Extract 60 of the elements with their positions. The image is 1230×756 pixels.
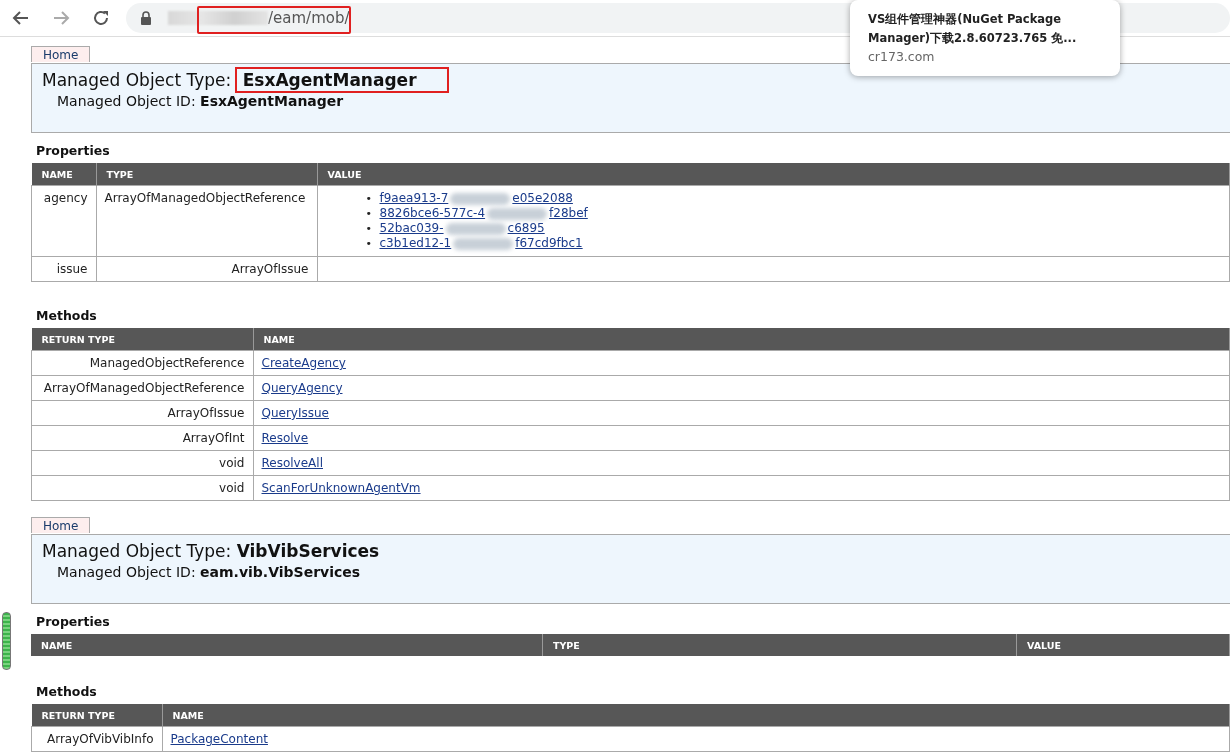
reference-link[interactable]: f28bef	[549, 206, 588, 221]
column-header: VALUE	[317, 163, 1230, 186]
column-header: RETURN TYPE	[31, 704, 162, 727]
table-cell: ArrayOfIssue	[96, 256, 317, 282]
table-cell: agency	[31, 185, 96, 257]
method-link[interactable]: PackageContent	[170, 732, 268, 746]
reference-link[interactable]: f67cd9fbc1	[515, 236, 583, 251]
lock-icon	[140, 11, 152, 25]
table-cell: void	[31, 475, 253, 501]
table-cell: ArrayOfInt	[31, 425, 253, 451]
blur-mark	[487, 207, 548, 220]
table-cell: ManagedObjectReference	[31, 350, 253, 376]
section-title: Properties	[36, 614, 111, 629]
reload-icon[interactable]	[92, 9, 110, 27]
blur-mark	[450, 192, 511, 205]
method-link[interactable]: CreateAgency	[261, 356, 346, 370]
object-type-title: Managed Object Type: VibVibServices	[42, 541, 380, 561]
popup-domain: cr173.com	[868, 48, 936, 66]
column-header: NAME	[162, 704, 1230, 727]
column-header: VALUE	[1016, 634, 1230, 656]
method-link[interactable]: ScanForUnknownAgentVm	[261, 481, 421, 495]
table-cell: issue	[31, 256, 96, 282]
reference-link[interactable]: c6895	[507, 221, 545, 236]
section-title: Methods	[36, 684, 98, 699]
object-type-title: Managed Object Type: EsxAgentManager	[42, 70, 447, 90]
blur-mark	[445, 222, 506, 235]
reference-link[interactable]: 8826bce6-577c-4	[379, 206, 486, 221]
table-cell: ArrayOfVibVibInfo	[31, 726, 162, 752]
method-link[interactable]: Resolve	[261, 431, 309, 445]
blur-mark	[453, 237, 514, 250]
column-header: NAME	[253, 328, 1230, 351]
reference-link[interactable]: 52bac039-	[379, 221, 444, 236]
column-header: RETURN TYPE	[31, 328, 253, 351]
method-link[interactable]: ResolveAll	[261, 456, 323, 470]
table-cell: void	[31, 450, 253, 476]
bullet: •	[365, 191, 373, 206]
section-title: Methods	[36, 308, 98, 323]
reference-link[interactable]: c3b1ed12-1	[379, 236, 452, 251]
bullet: •	[365, 221, 373, 236]
method-link[interactable]: QueryAgency	[261, 381, 343, 395]
scroll-indicator	[2, 612, 11, 670]
bullet: •	[365, 206, 373, 221]
reference-link[interactable]: f9aea913-7	[379, 191, 449, 206]
table-cell: ArrayOfManagedObjectReference	[96, 185, 317, 257]
object-id-label: Managed Object ID: eam.vib.VibServices	[57, 564, 361, 580]
column-header: NAME	[31, 634, 543, 656]
bullet: •	[365, 236, 373, 251]
home-tab[interactable]: Home	[31, 46, 91, 62]
home-tab[interactable]: Home	[31, 517, 91, 533]
table-cell: ArrayOfManagedObjectReference	[31, 375, 253, 401]
column-header: NAME	[31, 163, 96, 186]
object-id-label: Managed Object ID: EsxAgentManager	[57, 93, 344, 109]
column-header: TYPE	[542, 634, 1017, 656]
back-icon[interactable]	[12, 9, 30, 27]
column-header: TYPE	[96, 163, 317, 186]
method-link[interactable]: QueryIssue	[261, 406, 329, 420]
url-text: /eam/mob/	[268, 9, 350, 27]
reference-link[interactable]: e05e2088	[512, 191, 573, 206]
table-cell: ArrayOfIssue	[31, 400, 253, 426]
section-title: Properties	[36, 143, 111, 158]
